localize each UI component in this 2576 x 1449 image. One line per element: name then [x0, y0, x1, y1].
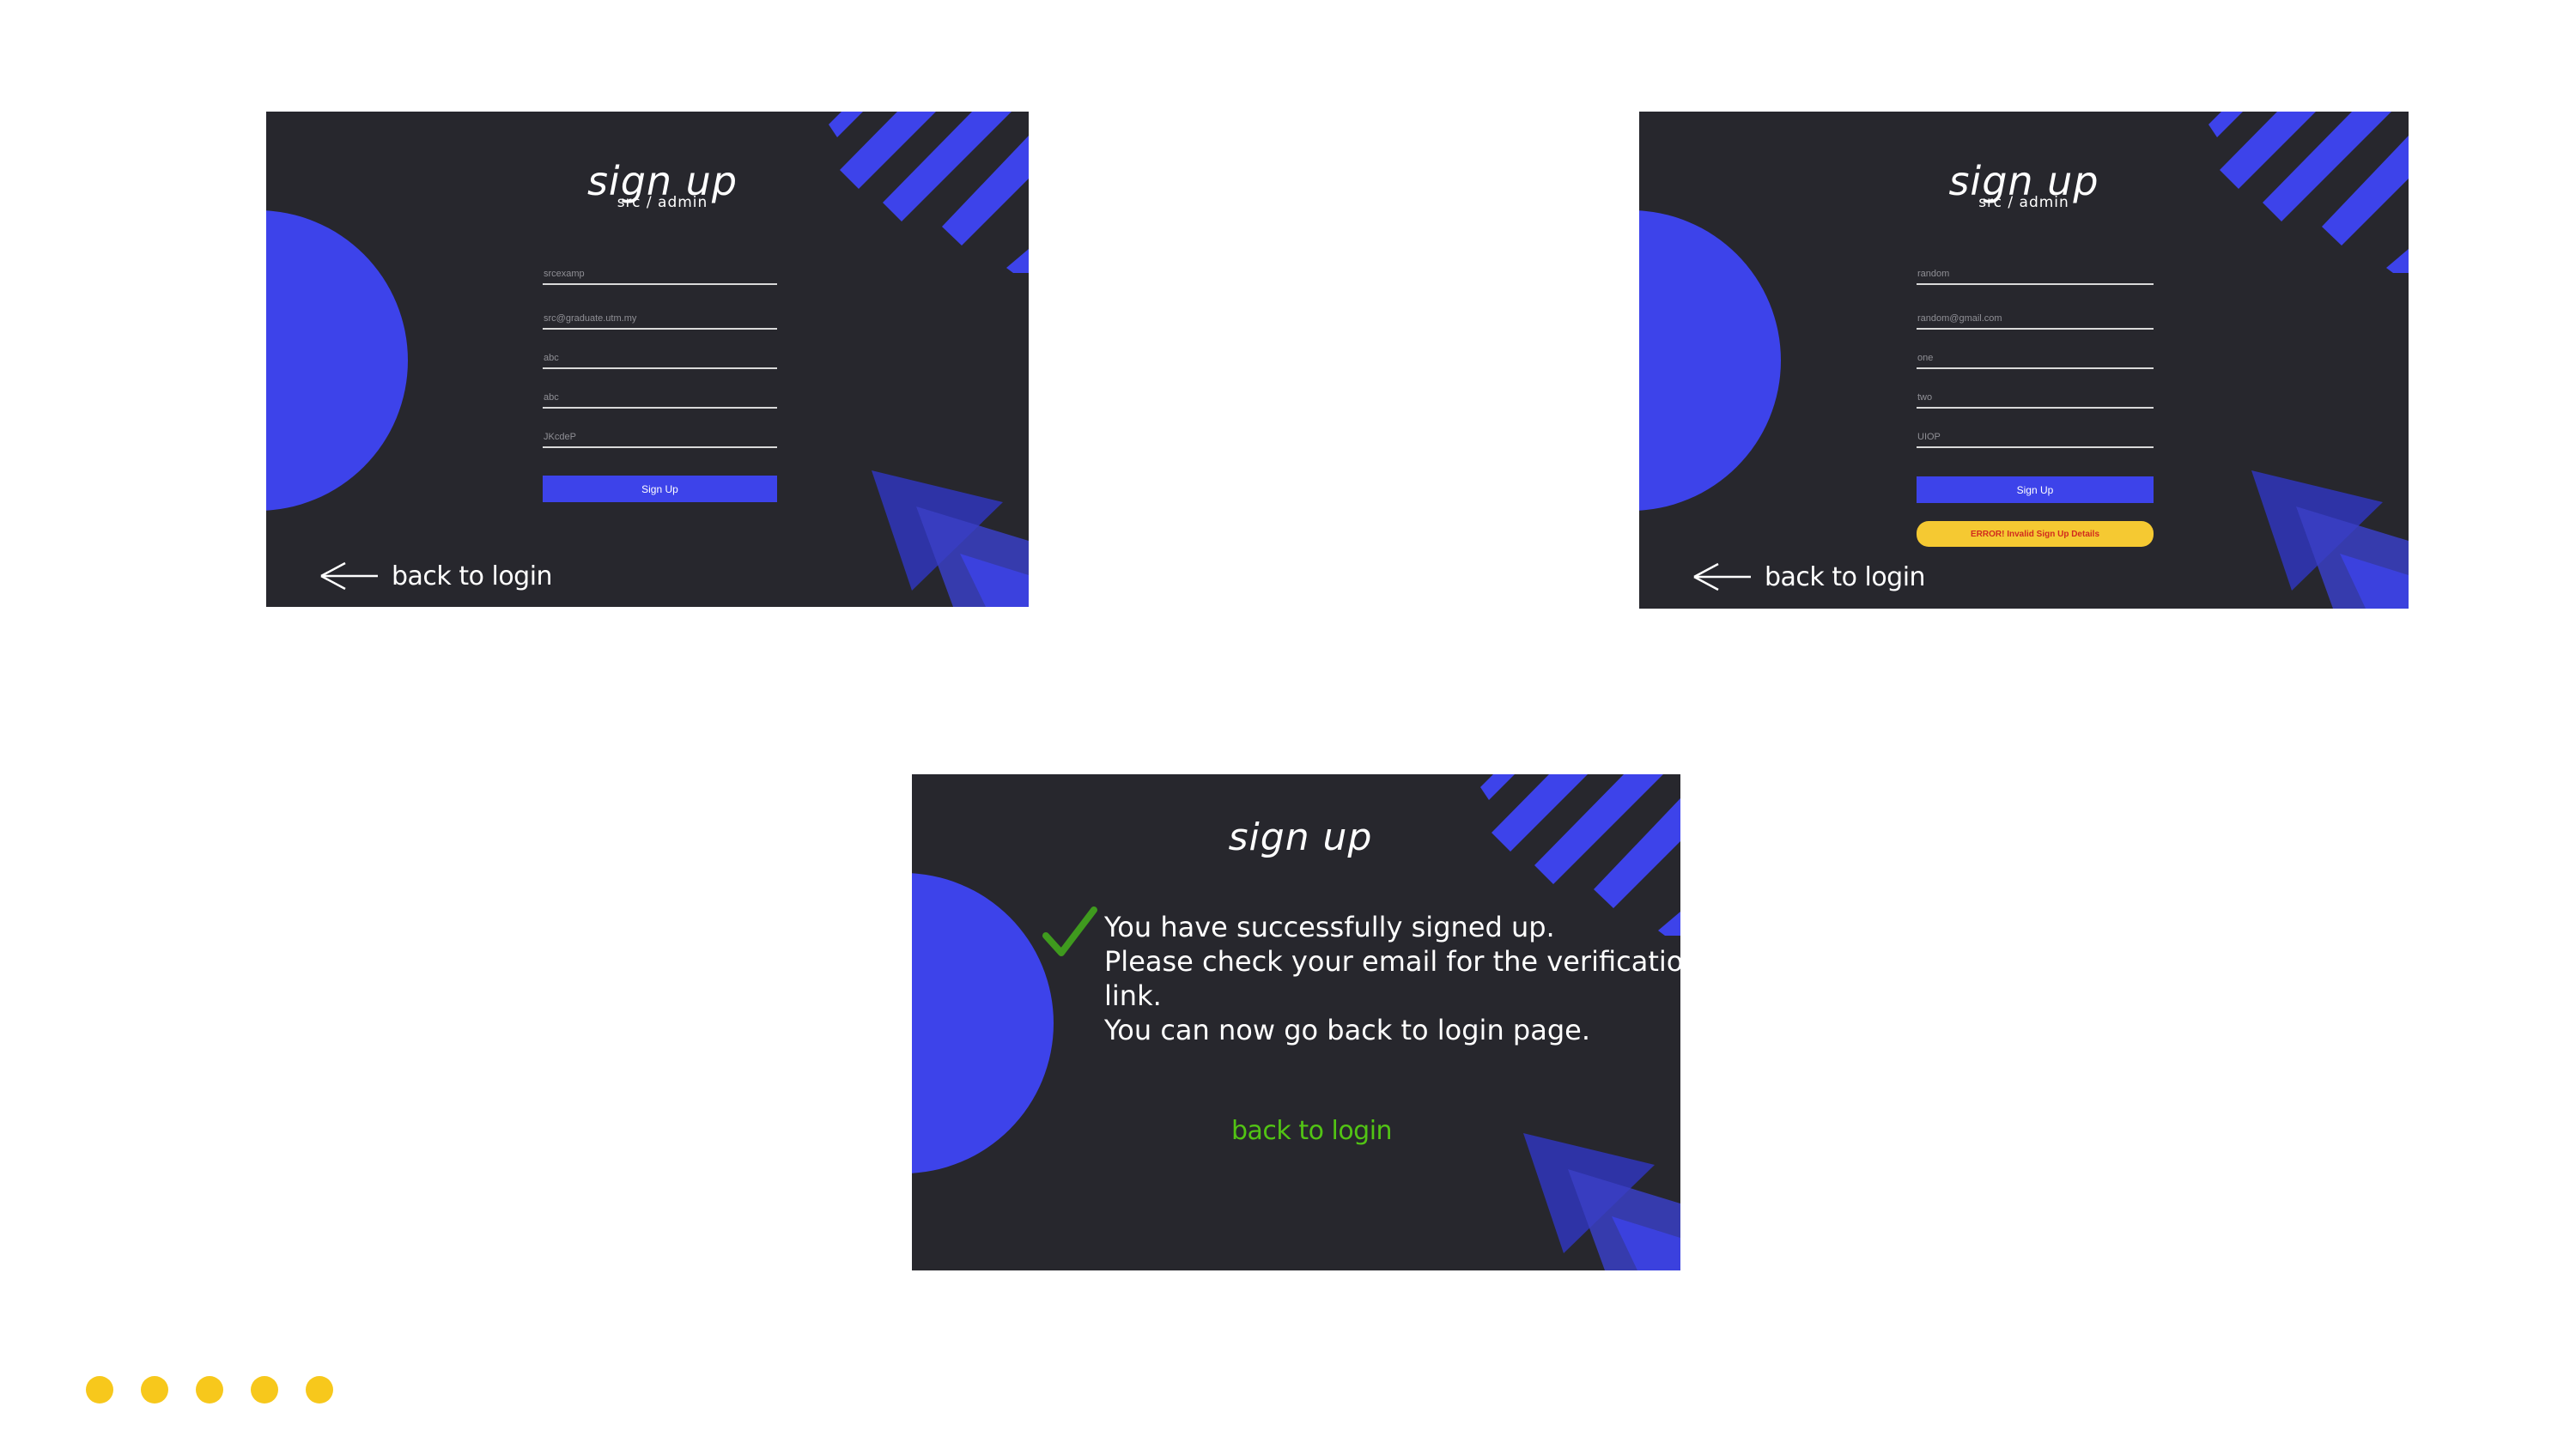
back-to-login-link[interactable]: back to login: [1691, 561, 1926, 592]
confirm-password-field[interactable]: abc: [543, 381, 777, 409]
back-to-login-link[interactable]: back to login: [318, 561, 553, 591]
admin-code-field[interactable]: JKcdeP: [543, 421, 777, 448]
sign-up-button[interactable]: Sign Up: [1917, 476, 2154, 503]
arrow-left-icon: [320, 561, 378, 591]
page-title: sign up: [1228, 815, 1373, 859]
sign-up-button[interactable]: Sign Up: [543, 476, 777, 502]
password-field[interactable]: one: [1917, 342, 2154, 369]
admin-code-field[interactable]: UIOP: [1917, 421, 2154, 448]
confirm-password-field[interactable]: two: [1917, 381, 2154, 409]
signup-screen-error: sign up src / admin random random@gmail.…: [1639, 112, 2409, 609]
success-message: You have successfully signed up. Please …: [1104, 910, 1680, 1047]
signup-screen-empty: sign up src / admin srcexamp src@graduat…: [266, 112, 1029, 607]
message-line: You have successfully signed up.: [1104, 911, 1555, 943]
pagination-dot[interactable]: [86, 1376, 113, 1404]
signup-screen-success: sign up You have successfully signed up.…: [912, 774, 1680, 1270]
back-to-login-link[interactable]: back to login: [1231, 1116, 1393, 1146]
pagination-dot[interactable]: [251, 1376, 278, 1404]
message-line: You can now go back to login page.: [1104, 1014, 1590, 1046]
checkmark-icon: [1042, 906, 1097, 956]
password-field[interactable]: abc: [543, 342, 777, 369]
username-field[interactable]: random: [1917, 258, 2154, 285]
username-field[interactable]: srcexamp: [543, 258, 777, 285]
email-field[interactable]: src@graduate.utm.my: [543, 302, 777, 330]
back-to-login-label: back to login: [392, 561, 553, 591]
email-field[interactable]: random@gmail.com: [1917, 302, 2154, 330]
message-line: Please check your email for the verifica…: [1104, 945, 1680, 978]
page-title: sign up src / admin: [1948, 158, 2099, 211]
message-line: link.: [1104, 979, 1162, 1012]
arrow-left-icon: [1693, 562, 1751, 591]
back-to-login-label: back to login: [1765, 561, 1926, 592]
error-message: ERROR! Invalid Sign Up Details: [1917, 521, 2154, 547]
pagination-dot[interactable]: [306, 1376, 333, 1404]
pagination-dot[interactable]: [141, 1376, 168, 1404]
page-title: sign up src / admin: [586, 158, 738, 211]
pagination-dots: [86, 1376, 333, 1404]
pagination-dot[interactable]: [196, 1376, 223, 1404]
